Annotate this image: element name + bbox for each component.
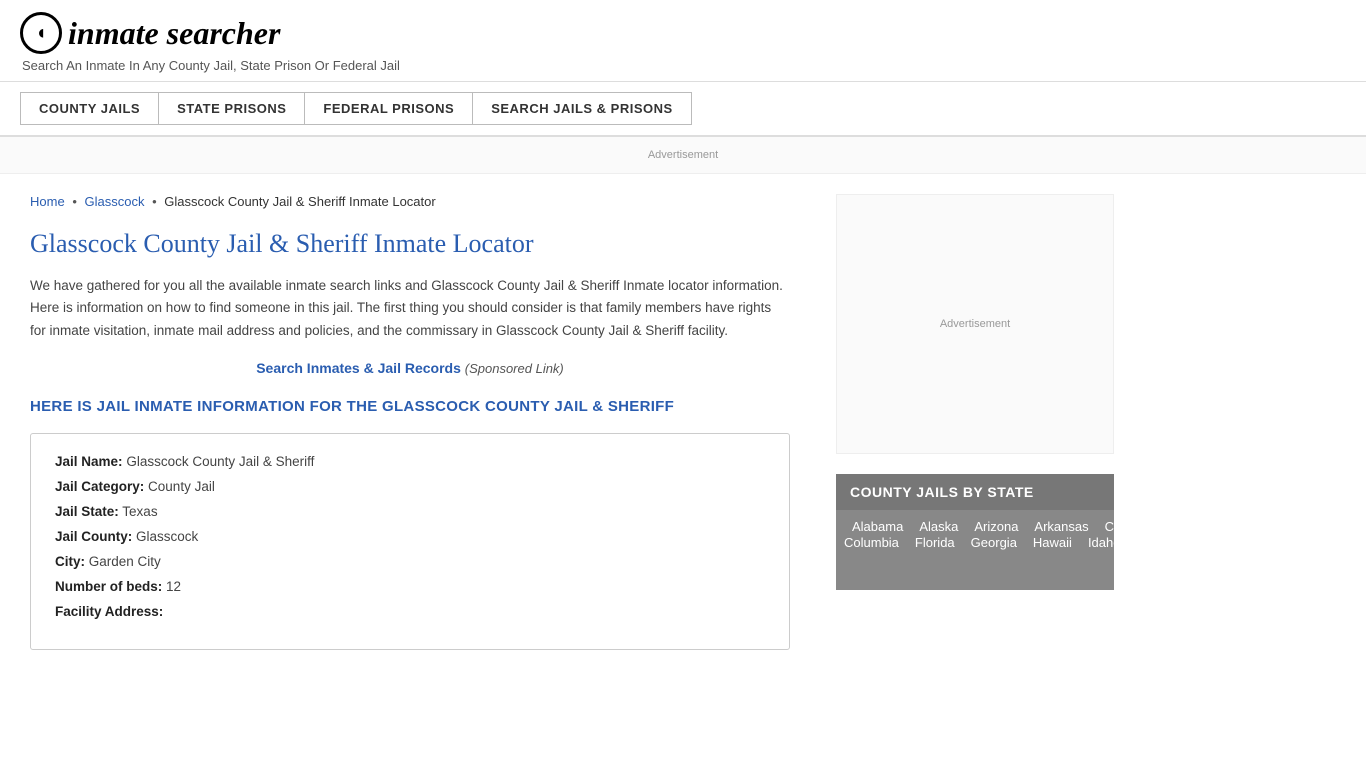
state-item-georgia[interactable]: Georgia [963,531,1025,554]
state-list-box: COUNTY JAILS BY STATE AlabamaAlaskaArizo… [836,474,1114,590]
state-item-florida[interactable]: Florida [907,531,963,554]
page-title: Glasscock County Jail & Sheriff Inmate L… [30,229,790,259]
state-col-left: AlabamaAlaskaArizonaArkansasCaliforniaCo… [844,518,1366,582]
nav-bar: COUNTY JAILS STATE PRISONS FEDERAL PRISO… [0,82,1366,137]
breadcrumb-current: Glasscock County Jail & Sheriff Inmate L… [164,194,435,209]
state-item-delaware[interactable]: Delaware [1321,515,1366,538]
info-label-county: Jail County: [55,529,132,544]
main-layout: Home • Glasscock • Glasscock County Jail… [0,174,1366,670]
info-box: Jail Name: Glasscock County Jail & Sheri… [30,433,790,650]
info-row-city: City: Garden City [55,554,765,569]
state-item-idaho[interactable]: Idaho [1080,531,1129,554]
logo-icon: ◖ [20,12,62,54]
state-item-hawaii[interactable]: Hawaii [1025,531,1080,554]
tagline: Search An Inmate In Any County Jail, Sta… [22,58,1346,73]
nav-search-jails[interactable]: SEARCH JAILS & PRISONS [473,92,691,125]
logo-area: ◖ inmate searcher [20,12,1346,54]
info-row-category: Jail Category: County Jail [55,479,765,494]
breadcrumb-glasscock[interactable]: Glasscock [85,194,145,209]
info-label-name: Jail Name: [55,454,123,469]
info-label-city: City: [55,554,85,569]
info-row-address: Facility Address: [55,604,765,619]
state-item-connecticut[interactable]: Connecticut [1236,515,1321,538]
state-item-illinois[interactable]: Illinois [1128,531,1180,554]
sponsored-label: (Sponsored Link) [465,361,564,376]
header: ◖ inmate searcher Search An Inmate In An… [0,0,1366,82]
info-row-beds: Number of beds: 12 [55,579,765,594]
info-label-category: Jail Category: [55,479,144,494]
breadcrumb: Home • Glasscock • Glasscock County Jail… [30,194,790,209]
sidebar: Advertisement COUNTY JAILS BY STATE Alab… [820,174,1130,670]
info-row-state: Jail State: Texas [55,504,765,519]
state-grid: AlabamaAlaskaArizonaArkansasCaliforniaCo… [836,510,1114,590]
sidebar-ad: Advertisement [836,194,1114,454]
content-area: Home • Glasscock • Glasscock County Jail… [0,174,820,670]
state-list-title: COUNTY JAILS BY STATE [836,474,1114,510]
breadcrumb-sep1: • [72,194,77,209]
breadcrumb-home[interactable]: Home [30,194,65,209]
sponsored-link[interactable]: Search Inmates & Jail Records [256,360,461,376]
nav-state-prisons[interactable]: STATE PRISONS [159,92,305,125]
nav-federal-prisons[interactable]: FEDERAL PRISONS [305,92,473,125]
nav-list: COUNTY JAILS STATE PRISONS FEDERAL PRISO… [20,92,1346,125]
info-label-beds: Number of beds: [55,579,162,594]
sponsored-link-container: Search Inmates & Jail Records (Sponsored… [30,360,790,376]
ad-banner: Advertisement [0,137,1366,174]
info-row-county: Jail County: Glasscock [55,529,765,544]
info-label-state: Jail State: [55,504,119,519]
section-heading: HERE IS JAIL INMATE INFORMATION FOR THE … [30,398,790,415]
description: We have gathered for you all the availab… [30,275,790,342]
breadcrumb-sep2: • [152,194,160,209]
logo-text: inmate searcher [68,15,280,52]
nav-county-jails[interactable]: COUNTY JAILS [20,92,159,125]
info-row-name: Jail Name: Glasscock County Jail & Sheri… [55,454,765,469]
info-label-address: Facility Address: [55,604,163,619]
